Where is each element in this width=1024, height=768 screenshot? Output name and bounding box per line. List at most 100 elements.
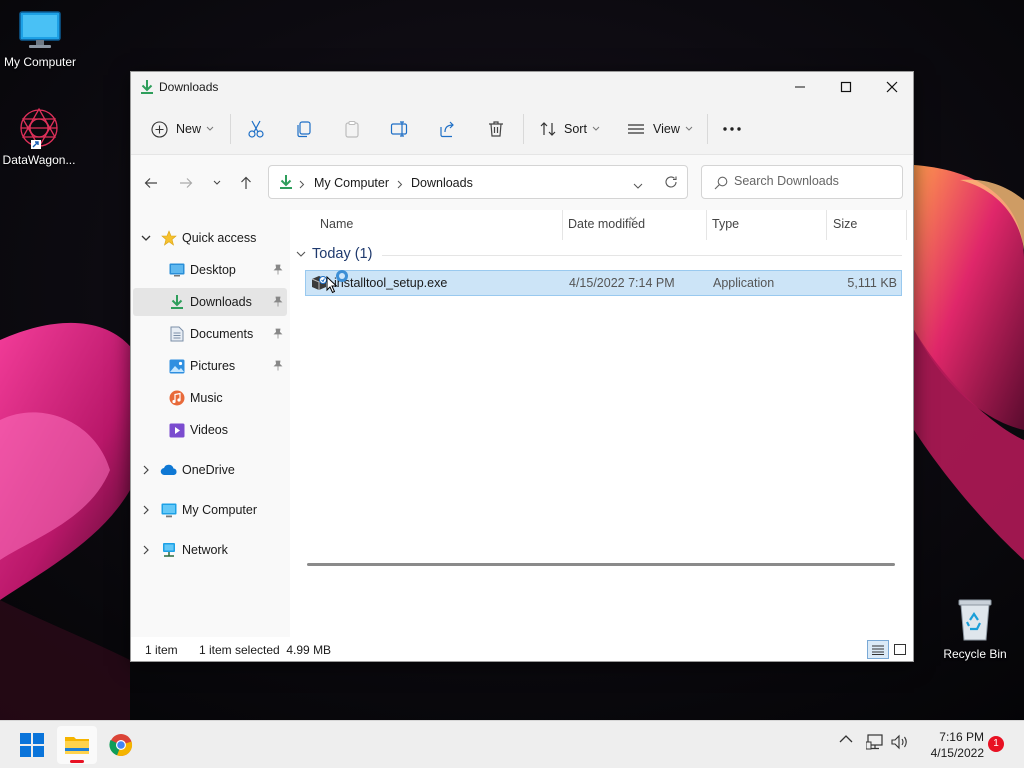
download-arrow-icon [279, 174, 293, 193]
sidebar-item-music[interactable]: Music [133, 384, 287, 412]
arrow-up-icon [241, 176, 251, 189]
chevron-down-icon [685, 126, 693, 131]
group-header-today[interactable]: Today (1) [296, 246, 372, 262]
title-bar[interactable]: Downloads [131, 72, 913, 102]
breadcrumb-separator-icon [299, 178, 305, 192]
show-hidden-icons-button[interactable] [839, 734, 853, 744]
copy-button[interactable] [295, 114, 313, 144]
column-header-type[interactable]: Type [712, 217, 739, 231]
rename-button[interactable] [390, 114, 408, 144]
taskbar-file-explorer[interactable] [57, 726, 97, 764]
sidebar-item-downloads[interactable]: Downloads [133, 288, 287, 316]
breadcrumb-my-computer[interactable]: My Computer [314, 176, 389, 190]
details-view-icon [872, 645, 884, 655]
view-label: View [653, 122, 680, 136]
new-button[interactable]: New [151, 114, 214, 144]
minimize-button[interactable] [777, 72, 823, 102]
desktop-folder-icon [169, 263, 185, 277]
file-explorer-icon [65, 737, 89, 754]
sidebar-item-label: My Computer [182, 503, 258, 517]
desktop-icon-label: Recycle Bin [943, 647, 1007, 661]
pictures-folder-icon [169, 359, 185, 374]
chrome-icon [109, 734, 133, 756]
refresh-button[interactable] [664, 175, 678, 192]
paste-button[interactable] [343, 114, 361, 144]
volume-button[interactable] [891, 734, 909, 750]
column-header-name[interactable]: Name [320, 217, 353, 231]
monitor-icon [19, 11, 61, 48]
desktop-icon-datawagon[interactable]: DataWagon... [0, 106, 79, 167]
sidebar-item-pictures[interactable]: Pictures [133, 352, 287, 380]
cut-button[interactable] [247, 114, 265, 144]
pin-icon [273, 328, 283, 342]
videos-folder-icon [169, 423, 185, 438]
file-list: Name Date modified Type Size Today (1) i… [290, 210, 913, 637]
sidebar-item-videos[interactable]: Videos [133, 416, 287, 444]
recycle-bin-icon [958, 599, 992, 641]
sidebar-item-network[interactable]: Network [133, 536, 287, 564]
recent-locations-button[interactable] [205, 171, 229, 195]
search-icon [714, 176, 728, 193]
back-button[interactable] [139, 171, 163, 195]
sidebar-item-label: Documents [190, 327, 254, 341]
column-divider[interactable] [706, 210, 707, 240]
group-divider [382, 255, 902, 256]
sidebar-item-label: Desktop [190, 263, 236, 277]
close-button[interactable] [869, 72, 915, 102]
sort-icon [540, 122, 556, 136]
up-button[interactable] [234, 171, 258, 195]
delete-button[interactable] [487, 114, 505, 144]
sidebar-item-onedrive[interactable]: OneDrive [133, 456, 287, 484]
desktop-icon-recycle-bin[interactable]: Recycle Bin [935, 596, 1015, 661]
column-header-size[interactable]: Size [833, 217, 857, 231]
notification-badge[interactable]: 1 [988, 736, 1004, 752]
more-options-button[interactable] [722, 114, 742, 144]
search-input[interactable] [734, 174, 894, 188]
start-button[interactable] [12, 726, 52, 764]
address-history-button[interactable] [633, 179, 643, 193]
status-bar: 1 item 1 item selected 4.99 MB [131, 637, 913, 661]
arrow-left-icon [144, 178, 157, 188]
file-date-modified: 4/15/2022 7:14 PM [569, 276, 675, 290]
sort-button[interactable]: Sort [539, 114, 600, 144]
forward-button[interactable] [174, 171, 198, 195]
chevron-up-icon [839, 735, 853, 743]
share-button[interactable] [439, 114, 457, 144]
view-button[interactable]: View [627, 114, 693, 144]
file-row[interactable]: installtool_setup.exe 4/15/2022 7:14 PM … [305, 270, 902, 296]
sidebar-item-my-computer[interactable]: My Computer [133, 496, 287, 524]
horizontal-scrollbar[interactable] [307, 563, 895, 566]
breadcrumb-downloads[interactable]: Downloads [411, 176, 473, 190]
datawagon-shortcut-icon [20, 107, 58, 149]
pin-icon [273, 264, 283, 278]
file-type: Application [713, 276, 775, 290]
system-clock[interactable]: 7:16 PM 4/15/2022 [914, 729, 984, 761]
share-icon [440, 121, 454, 138]
column-header-date-modified[interactable]: Date modified [568, 217, 645, 231]
documents-folder-icon [170, 326, 184, 342]
tiles-view-button[interactable] [889, 640, 911, 659]
column-divider[interactable] [906, 210, 907, 240]
maximize-button[interactable] [823, 72, 869, 102]
status-item-count: 1 item [145, 643, 178, 657]
desktop-icon-my-computer[interactable]: My Computer [0, 10, 80, 69]
sidebar-item-desktop[interactable]: Desktop [133, 256, 287, 284]
cut-icon [248, 120, 264, 138]
sidebar-quick-access[interactable]: Quick access [133, 224, 287, 252]
sidebar-item-documents[interactable]: Documents [133, 320, 287, 348]
column-divider[interactable] [562, 210, 563, 240]
file-name[interactable]: installtool_setup.exe [334, 276, 447, 290]
sidebar-item-label: Pictures [190, 359, 236, 373]
downloads-folder-icon [170, 294, 184, 310]
address-bar[interactable]: My Computer Downloads [268, 165, 688, 199]
command-bar: New Sort View [131, 102, 913, 155]
network-status-button[interactable] [866, 734, 884, 750]
search-box[interactable] [701, 165, 903, 199]
column-divider[interactable] [826, 210, 827, 240]
taskbar-chrome[interactable] [101, 726, 141, 764]
file-size: 5,111 KB [847, 276, 897, 290]
file-explorer-window: Downloads New Sort View My Computer Down… [130, 71, 914, 662]
details-view-button[interactable] [867, 640, 889, 659]
paste-icon [345, 121, 359, 138]
speaker-icon [891, 734, 907, 750]
